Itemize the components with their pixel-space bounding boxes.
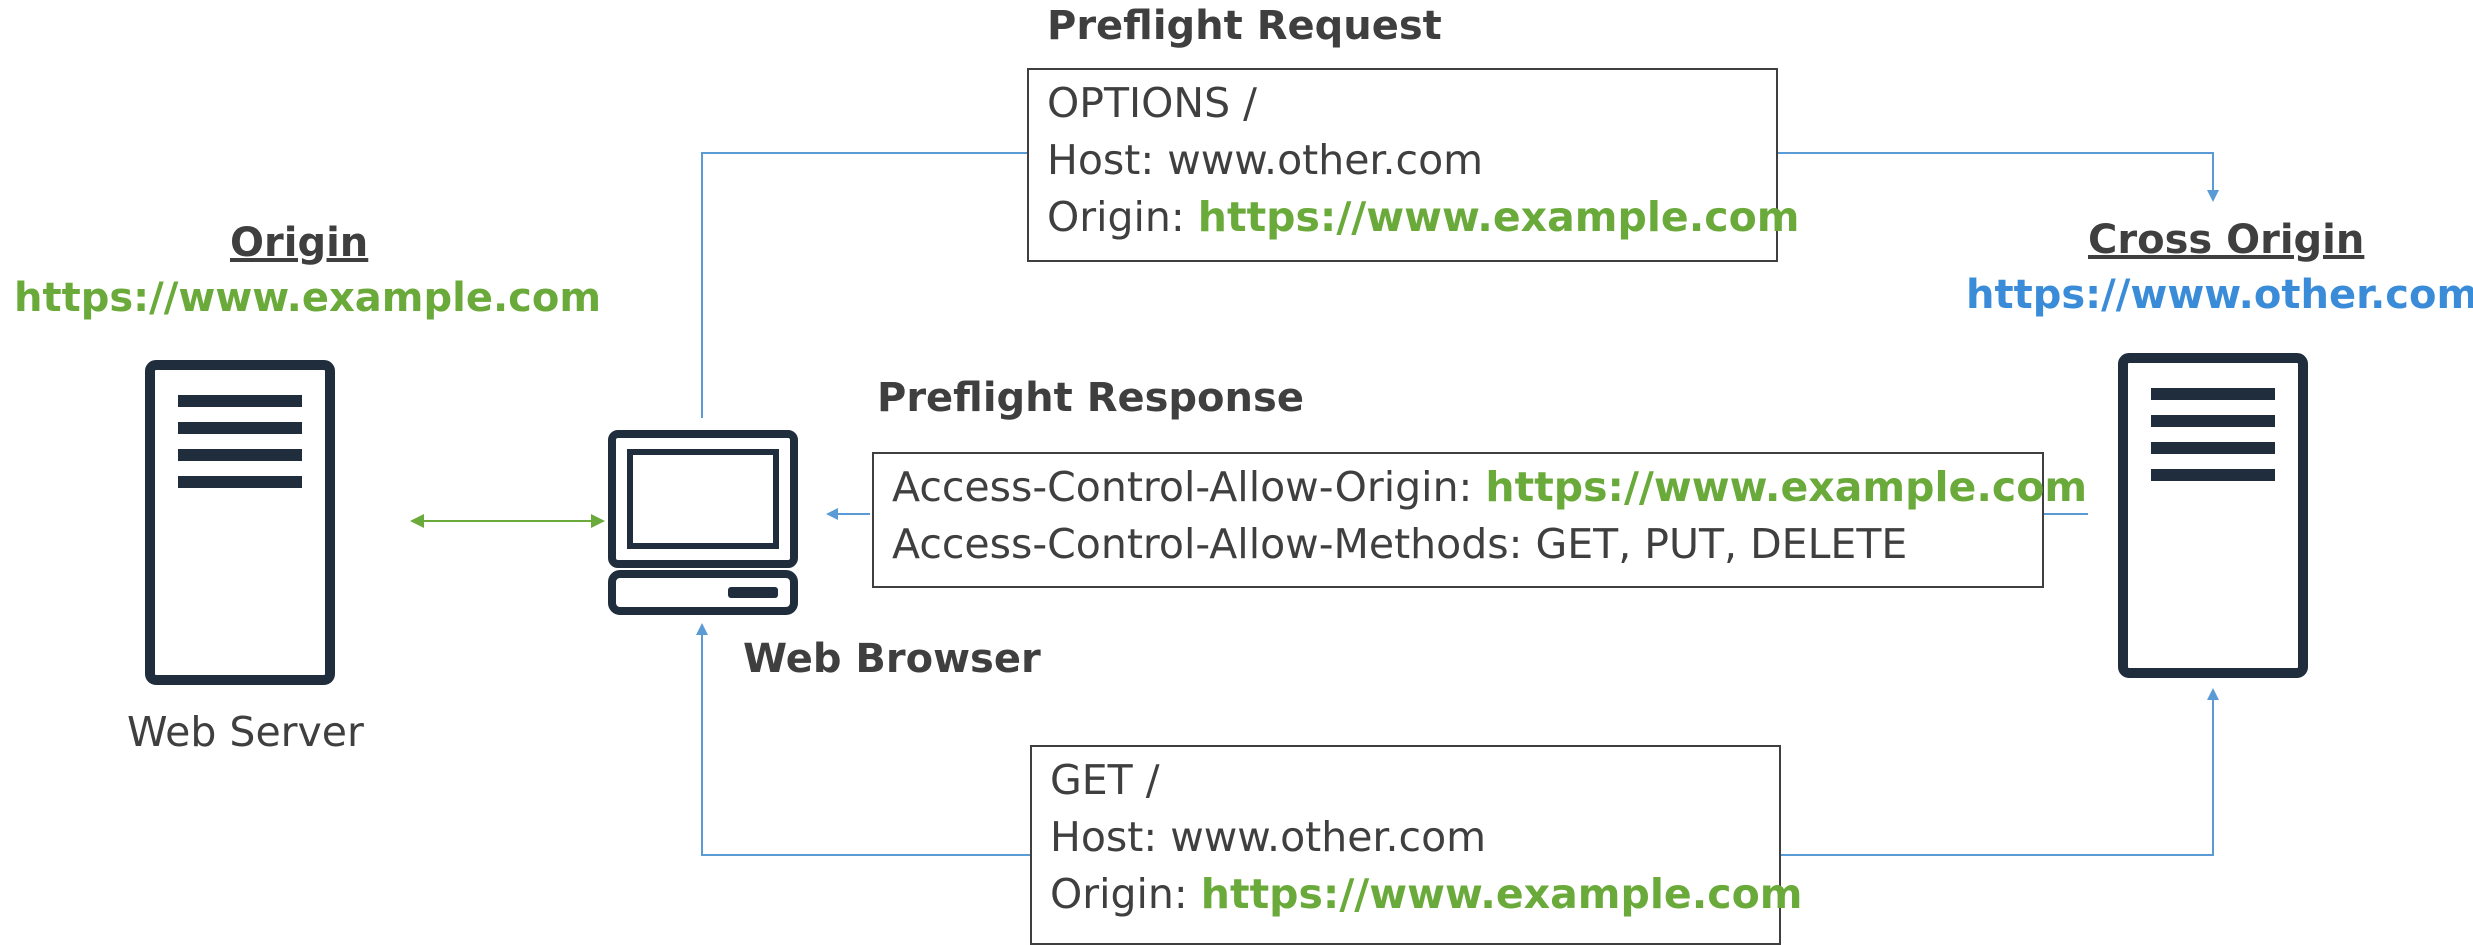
preflight-request-title: Preflight Request — [1047, 3, 1442, 49]
server-icon — [145, 360, 335, 685]
get-request-origin-prefix: Origin: — [1050, 870, 1201, 918]
preflight-response-allow-origin-prefix: Access-Control-Allow-Origin: — [892, 463, 1486, 511]
origin-url: https://www.example.com — [14, 275, 602, 321]
get-request-line2: Host: www.other.com — [1050, 813, 1487, 861]
preflight-response-box: Access-Control-Allow-Origin: https://www… — [872, 452, 2087, 588]
get-request-box: GET / Host: www.other.com Origin: https:… — [1030, 745, 1802, 945]
cross-origin-title: Cross Origin — [2088, 217, 2365, 263]
origin-title: Origin — [230, 220, 369, 266]
preflight-request-origin-prefix: Origin: — [1047, 193, 1198, 241]
preflight-request-line3: Origin: https://www.example.com — [1047, 189, 1799, 246]
get-request-connector-right — [1780, 688, 2219, 856]
browser-label: Web Browser — [743, 636, 1041, 682]
get-request-origin-value: https://www.example.com — [1200, 870, 1803, 918]
get-request-line1: GET / — [1050, 756, 1160, 804]
get-request-line3: Origin: https://www.example.com — [1050, 866, 1802, 923]
server-icon — [2118, 353, 2308, 678]
preflight-response-allow-origin-value: https://www.example.com — [1485, 463, 2088, 511]
origin-server-label: Web Server — [127, 708, 364, 756]
cross-origin-url: https://www.other.com — [1966, 272, 2473, 318]
preflight-response-title: Preflight Response — [877, 375, 1304, 421]
preflight-request-origin-value: https://www.example.com — [1197, 193, 1800, 241]
laptop-icon — [608, 430, 798, 615]
preflight-request-connector-right — [1776, 152, 2219, 202]
preflight-request-line2: Host: www.other.com — [1047, 136, 1484, 184]
preflight-response-line1: Access-Control-Allow-Origin: https://www… — [892, 459, 2087, 516]
preflight-request-line1: OPTIONS / — [1047, 79, 1257, 127]
preflight-response-line2: Access-Control-Allow-Methods: GET, PUT, … — [892, 520, 1908, 568]
preflight-request-box: OPTIONS / Host: www.other.com Origin: ht… — [1027, 68, 1799, 262]
